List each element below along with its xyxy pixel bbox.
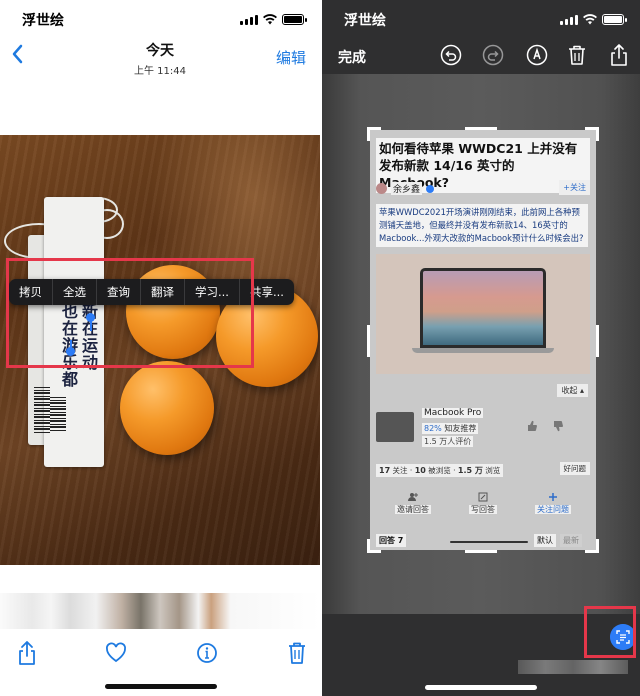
good-question-button[interactable]: 好问题 [559, 462, 590, 475]
share-icon[interactable] [608, 44, 630, 66]
nav-title: 今天 [146, 43, 174, 59]
nav-bar: 今天 上午 11:44 编辑 [0, 36, 320, 77]
info-icon[interactable] [196, 640, 218, 666]
follow-button[interactable]: +关注 [559, 180, 590, 195]
macbook-image [376, 254, 590, 374]
verified-icon [426, 184, 435, 193]
carrier-name-right: 浮世绘 [344, 13, 386, 29]
author-row: 余乡鑫 [376, 182, 435, 195]
status-icons-right [560, 14, 627, 25]
photo-toolbar [0, 640, 320, 670]
wifi-icon [583, 14, 597, 25]
review-count: 1.5 万人评价 [422, 436, 474, 447]
home-indicator-captured [450, 541, 528, 543]
add-person-icon [408, 493, 418, 501]
status-icons [240, 14, 307, 25]
laptop-screen [420, 268, 546, 348]
crop-handle-bottom[interactable] [465, 550, 497, 553]
write-answer-label: 写回答 [469, 505, 497, 514]
screenshot-editor-screen: 浮世绘 完成 如何看待苹果 WWDC21 上并没有发布新款 14/16 英寸的 … [322, 0, 640, 696]
write-answer-button[interactable]: 写回答 [469, 492, 497, 515]
nav-title-group: 今天 上午 11:44 [0, 40, 320, 77]
sort-latest-button[interactable]: 最新 [560, 534, 582, 547]
collapse-button[interactable]: 收起 ▴ [557, 384, 588, 397]
captured-screenshot[interactable]: 如何看待苹果 WWDC21 上并没有发布新款 14/16 英寸的 Macbook… [370, 130, 596, 550]
undo-icon[interactable] [440, 44, 462, 66]
trash-icon[interactable] [566, 44, 588, 66]
signal-icon [240, 15, 258, 25]
crop-handle-right[interactable] [596, 325, 599, 357]
markup-pen-icon[interactable] [526, 44, 548, 66]
battery-icon [602, 14, 627, 25]
orange-bottom [120, 361, 214, 455]
crop-handle-top-right[interactable] [585, 127, 599, 141]
share-icon[interactable] [16, 640, 38, 666]
wifi-icon [263, 14, 277, 25]
product-name: Macbook Pro [422, 408, 484, 418]
laptop-base [412, 348, 554, 353]
rating-value: 82% [424, 424, 442, 433]
barcode [34, 387, 50, 433]
question-stats: 17 关注 · 10 被浏览 · 1.5 万 浏览 [376, 464, 504, 477]
stat-reads-label: 浏览 [485, 466, 501, 475]
avatar [376, 183, 387, 194]
follow-question-label: 关注问题 [535, 505, 571, 514]
rating-label: 知友推荐 [444, 424, 477, 433]
home-indicator-right [425, 685, 537, 690]
invite-answer-button[interactable]: 邀请回答 [395, 492, 431, 515]
home-indicator [105, 684, 217, 689]
product-card[interactable]: Macbook Pro 82% 知友推荐 1.5 万人评价 [376, 402, 590, 454]
highlight-box [6, 258, 254, 368]
product-rating: 82% 知友推荐 [422, 423, 479, 434]
crop-handle-top[interactable] [465, 127, 497, 130]
nav-timestamp: 上午 11:44 [134, 66, 186, 77]
done-button[interactable]: 完成 [338, 47, 366, 67]
crop-handle-bottom-left[interactable] [367, 539, 381, 553]
follow-question-button[interactable]: 关注问题 [535, 492, 571, 515]
crop-handle-top-left[interactable] [367, 127, 381, 141]
signal-icon [560, 15, 578, 25]
thumbs-up-icon[interactable] [526, 420, 538, 432]
question-actions: 邀请回答 写回答 关注问题 [376, 492, 590, 515]
stat-followers-label: 关注 [392, 466, 408, 475]
heart-icon[interactable] [105, 640, 127, 666]
stat-reads: 1.5 万 [457, 466, 483, 475]
stat-views-label: 被浏览 [428, 466, 451, 475]
product-thumbnail [376, 412, 414, 442]
author-name[interactable]: 余乡鑫 [391, 182, 423, 195]
battery-icon [282, 14, 307, 25]
crop-handle-bottom-right[interactable] [585, 539, 599, 553]
question-description[interactable]: 苹果WWDC2021开场演讲刚刚结束，此前网上各种预测铺天盖地，但最终并没有发布… [376, 204, 588, 247]
edit-button[interactable]: 编辑 [276, 47, 306, 68]
crop-handle-left[interactable] [367, 325, 370, 357]
thumbnail-strip[interactable] [0, 593, 320, 629]
answers-bar: 回答 7 默认 最新 [376, 534, 590, 548]
stat-followers: 17 [379, 466, 391, 475]
plus-icon [549, 493, 557, 501]
redo-icon[interactable] [482, 44, 504, 66]
barcode-2 [50, 397, 66, 431]
status-bar: 浮世绘 [0, 0, 320, 36]
trash-icon[interactable] [286, 640, 308, 666]
sort-default-button[interactable]: 默认 [534, 534, 556, 547]
thumbs-down-icon[interactable] [552, 420, 564, 432]
photos-app-screen: 浮世绘 今天 上午 11:44 编辑 新在运动 也在游乐都 拷贝 全选 查询 翻… [0, 0, 320, 696]
invite-answer-label: 邀请回答 [395, 505, 431, 514]
live-text-highlight-box [584, 606, 636, 658]
edit-icon [478, 492, 488, 502]
carrier-name: 浮世绘 [22, 13, 64, 29]
stat-views: 10 [414, 466, 426, 475]
watermark-blur [518, 660, 628, 674]
